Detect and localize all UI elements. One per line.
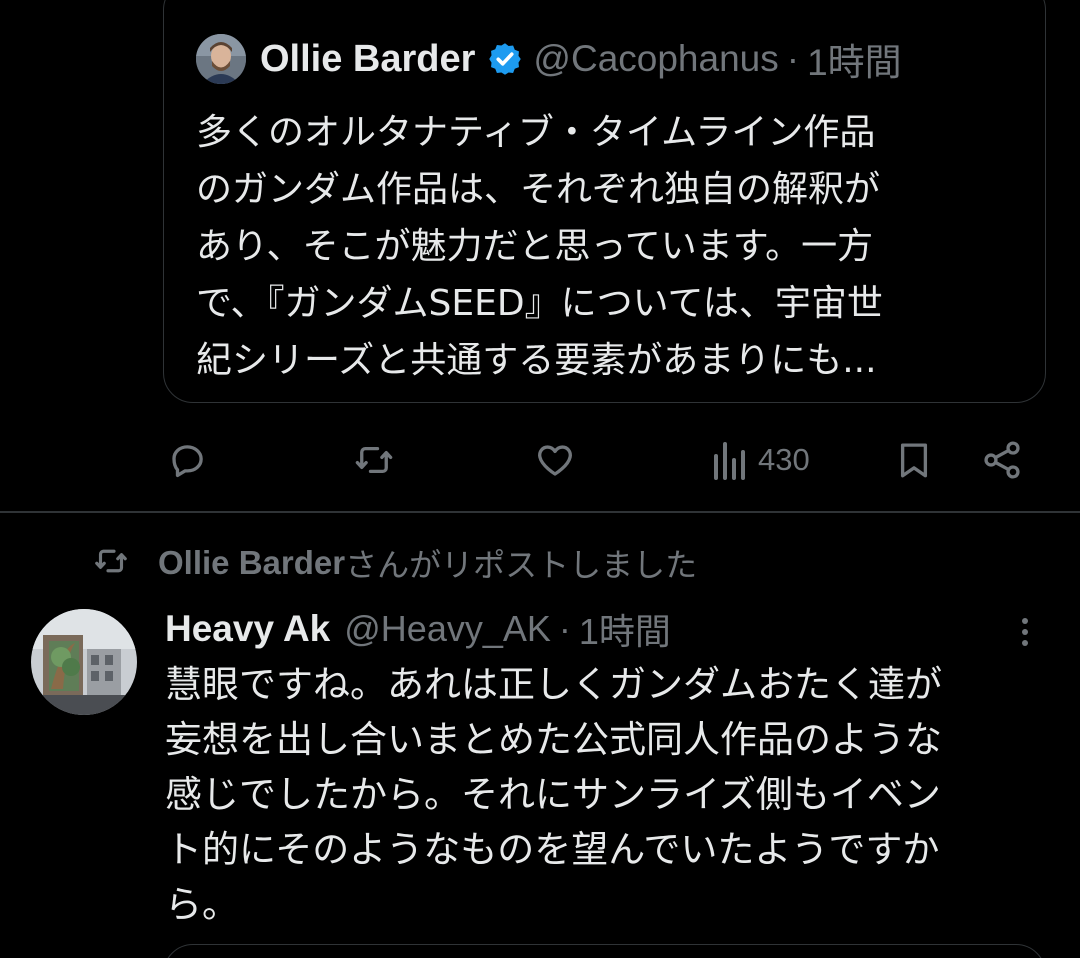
- author-avatar[interactable]: [31, 609, 137, 715]
- reply-button[interactable]: [167, 438, 209, 482]
- quoted-author-name[interactable]: Ollie Barder: [260, 38, 475, 81]
- views-icon: [714, 442, 745, 480]
- meta-separator: ·: [558, 608, 571, 649]
- tweet-text-line: 感じでしたから。それにサンライズ側もイベン: [165, 773, 941, 816]
- tweet-divider: [0, 511, 1080, 513]
- more-options-button[interactable]: [1010, 612, 1040, 652]
- quoted-tweet-text: 多くのオルタナティブ・タイムライン作品 のガンダム作品は、それぞれ独自の解釈が …: [196, 104, 1026, 389]
- retweet-button[interactable]: [352, 438, 396, 482]
- retweet-icon: [355, 446, 393, 474]
- quoted-tweet-time[interactable]: 1時間: [807, 32, 902, 86]
- quoted-text-line: あり、そこが魅力だと思っています。一方: [196, 226, 874, 267]
- tweet-text-line: ト的にそのようなものを望んでいたようですか: [165, 828, 940, 871]
- quoted-text-line: のガンダム作品は、それぞれ独自の解釈が: [196, 169, 881, 210]
- share-icon: [984, 441, 1020, 479]
- tweet-text-line: 慧眼ですね。あれは正しくガンダムおたく達が: [165, 663, 942, 706]
- quoted-author-avatar[interactable]: [196, 34, 246, 84]
- quoted-text-line: 多くのオルタナティブ・タイムライン作品: [196, 112, 876, 153]
- like-icon: [538, 445, 572, 476]
- repost-label: さんがリポストしました: [345, 546, 698, 584]
- timeline: Ollie Barder @Cacophanus · 1時間 多くのオルタナティ…: [0, 0, 1080, 958]
- quoted-text-line: 紀シリーズと共通する要素があまりにも...: [196, 340, 877, 381]
- tweet-text-line: ら。: [165, 883, 239, 926]
- tweet-time[interactable]: 1時間: [579, 603, 671, 655]
- views-button[interactable]: 430: [712, 438, 810, 482]
- views-count: 430: [758, 442, 810, 477]
- tweet-text: 慧眼ですね。あれは正しくガンダムおたく達が 妄想を出し合いまとめた公式同人作品の…: [165, 657, 1065, 932]
- tweet-text-line: 妄想を出し合いまとめた公式同人作品のような: [165, 718, 942, 761]
- quoted-text-line: で、『ガンダムSEED』については、宇宙世: [196, 283, 883, 324]
- bookmark-button[interactable]: [893, 438, 935, 482]
- retweet-icon: [92, 543, 130, 583]
- meta-separator: ·: [786, 38, 800, 79]
- verified-badge-icon: [487, 41, 523, 77]
- more-vertical-icon: [1022, 618, 1028, 646]
- author-name[interactable]: Heavy Ak: [165, 608, 330, 650]
- tweet-header: Heavy Ak @Heavy_AK · 1時間: [165, 604, 671, 654]
- share-button[interactable]: [980, 438, 1024, 482]
- tweet-action-bar: 430: [0, 430, 1080, 490]
- bookmark-icon: [900, 443, 928, 478]
- embedded-card[interactable]: [163, 944, 1046, 958]
- quoted-tweet-header: Ollie Barder @Cacophanus · 1時間: [196, 34, 902, 84]
- reposter-name[interactable]: Ollie Barder: [158, 544, 345, 582]
- reply-icon: [172, 445, 203, 478]
- author-handle[interactable]: @Heavy_AK: [344, 608, 551, 650]
- like-button[interactable]: [533, 438, 577, 482]
- repost-notice[interactable]: Ollie Barder さんがリポストしました: [92, 538, 697, 588]
- quoted-author-handle[interactable]: @Cacophanus: [533, 38, 778, 80]
